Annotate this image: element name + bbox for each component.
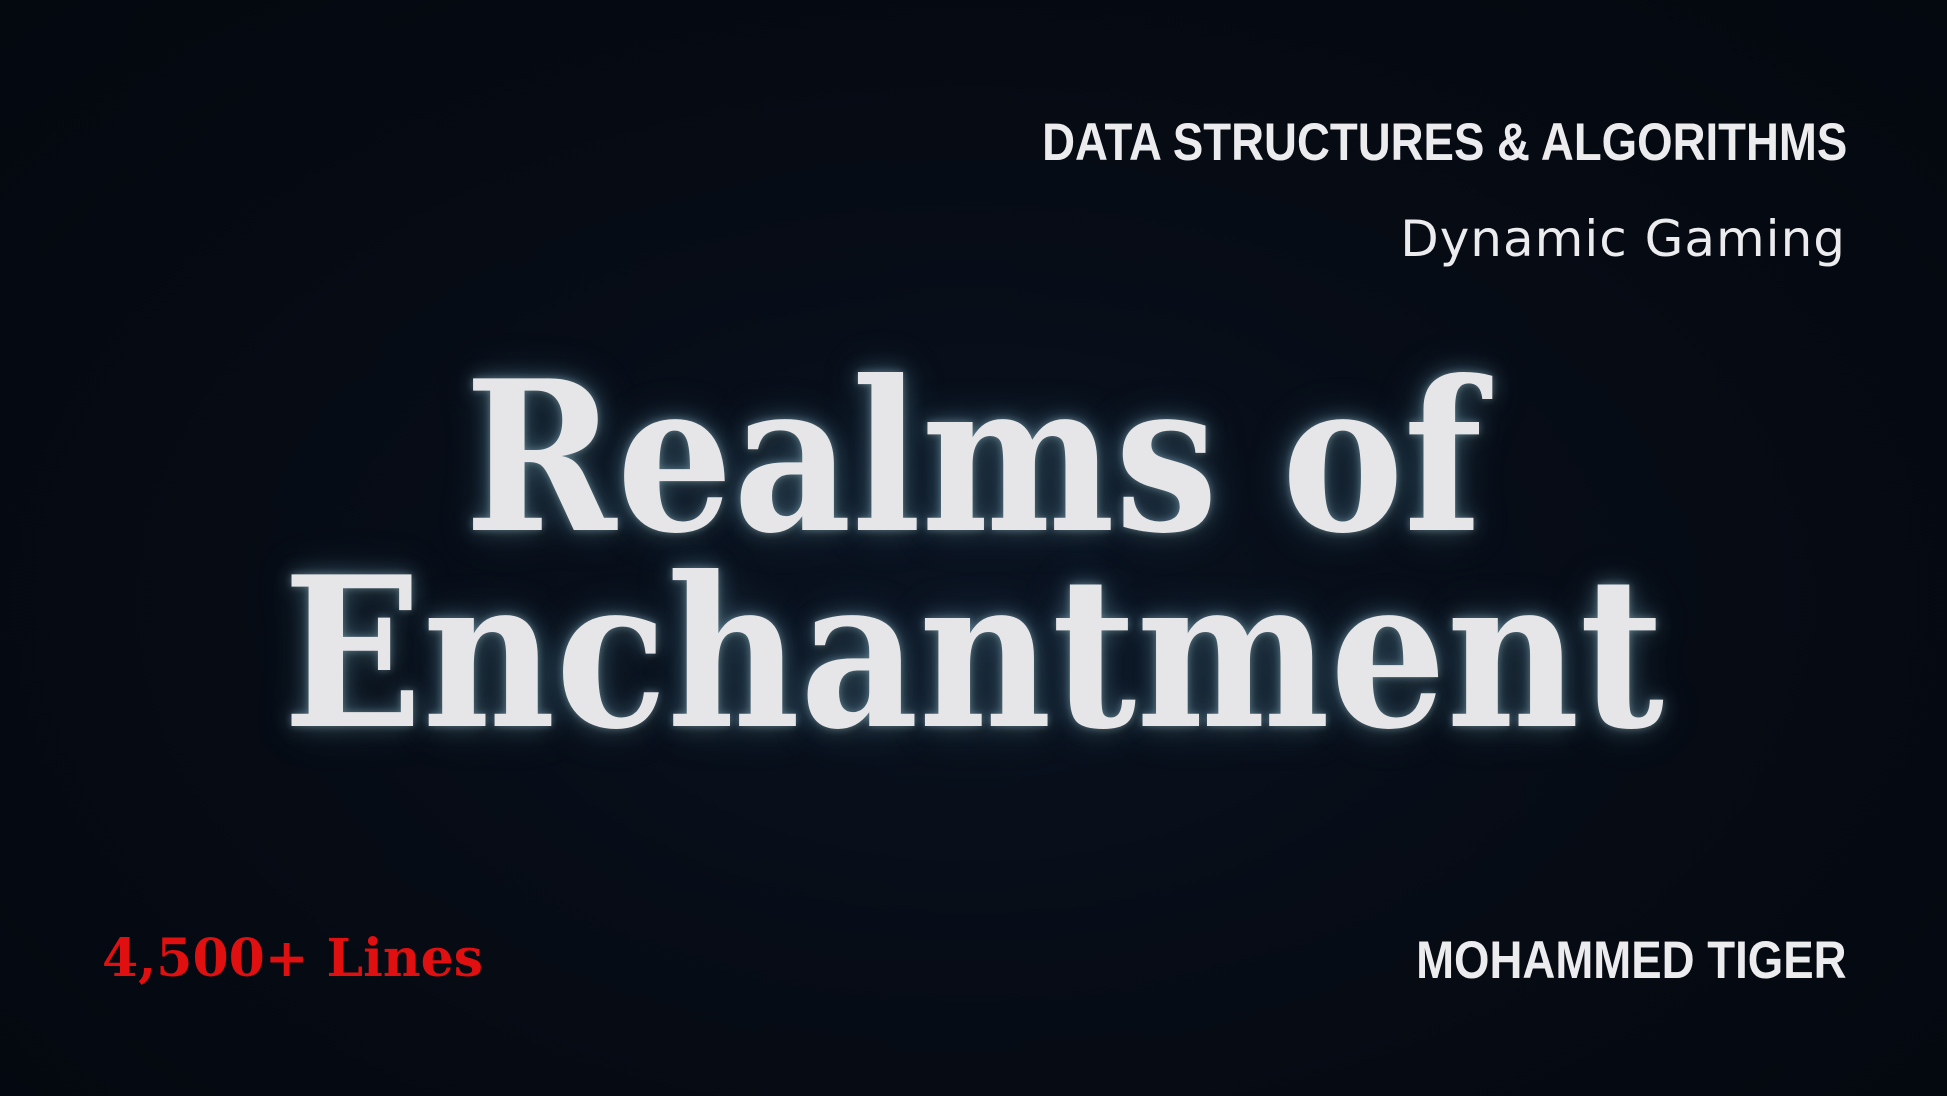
course-title: DATA STRUCTURES & ALGORITHMS (1041, 113, 1847, 172)
main-title: Realms of Enchantment (0, 336, 1947, 776)
main-title-line-2: Enchantment (282, 532, 1665, 776)
lines-count-label: 4,500+ Lines (102, 928, 483, 989)
author-name: MOHAMMED TIGER (1416, 931, 1847, 990)
studio-name: Dynamic Gaming (1400, 210, 1846, 268)
main-title-line-1: Realms of (464, 336, 1483, 580)
cover-slide: DATA STRUCTURES & ALGORITHMS Dynamic Gam… (0, 0, 1947, 1096)
